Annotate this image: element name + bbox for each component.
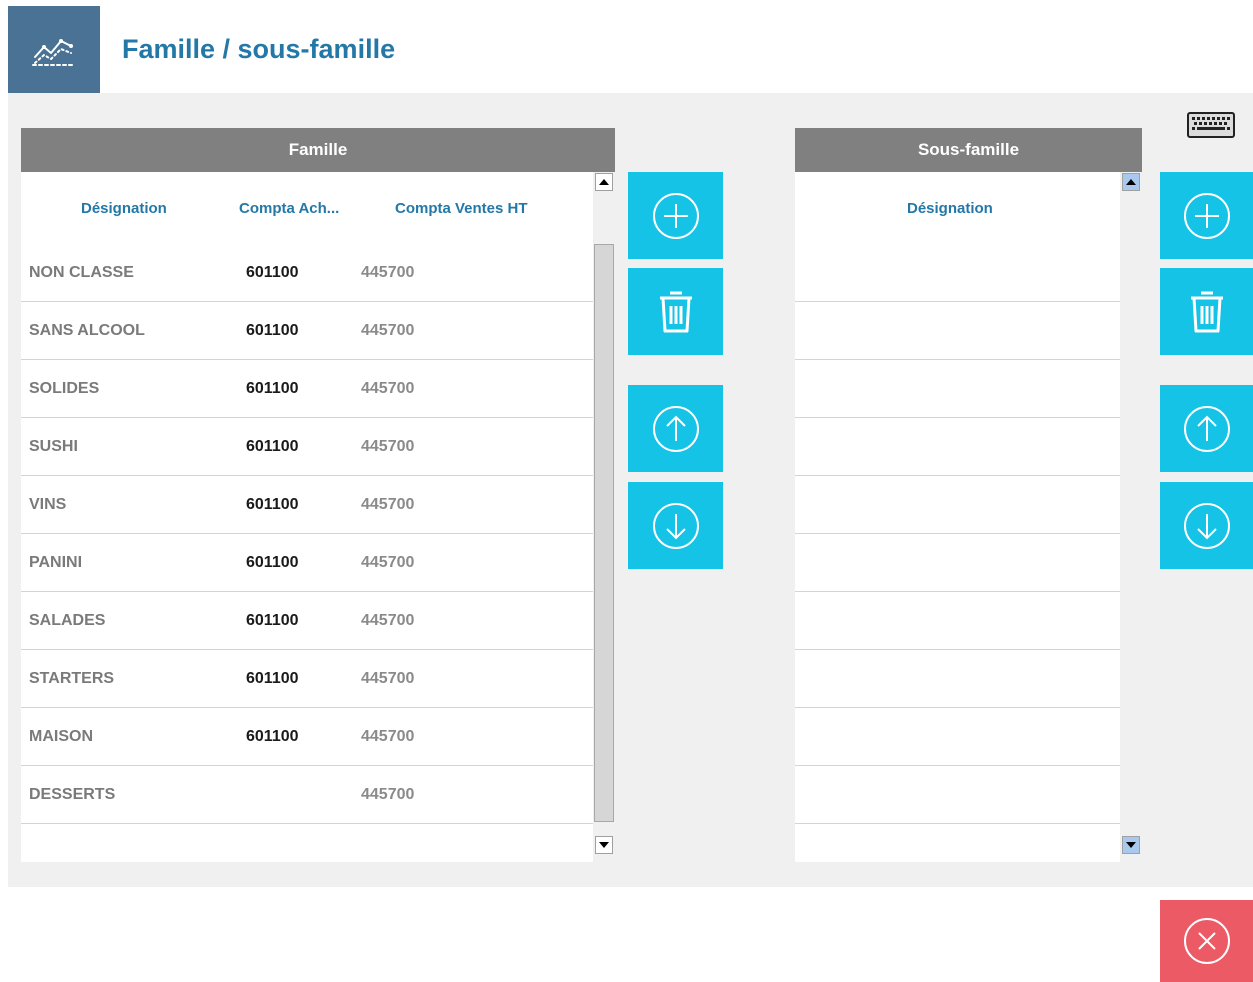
sous-famille-move-up-button[interactable] (1160, 385, 1253, 472)
cell-designation: STARTERS (29, 670, 115, 687)
scroll-up-button[interactable] (1122, 173, 1140, 191)
plus-circle-icon (652, 192, 699, 239)
column-header-compta-achats[interactable]: Compta Ach... (239, 200, 339, 217)
famille-delete-button[interactable] (628, 268, 723, 355)
cell-compta-achats: 601100 (246, 496, 299, 513)
cell-compta-ventes: 445700 (361, 728, 415, 745)
table-row[interactable]: PANINI 601100 445700 (21, 534, 593, 592)
cell-compta-achats: 601100 (246, 612, 299, 629)
scroll-up-button[interactable] (595, 173, 613, 191)
table-row[interactable]: STARTERS 601100 445700 (21, 650, 593, 708)
sous-famille-column-headers: Désignation (795, 172, 1120, 244)
arrow-up-circle-icon (652, 405, 699, 452)
cell-compta-ventes: 445700 (361, 786, 415, 803)
famille-scrollbar[interactable] (593, 172, 615, 862)
cell-compta-achats: 601100 (246, 728, 299, 745)
scroll-down-arrow-icon (599, 842, 609, 848)
table-row[interactable]: VINS 601100 445700 (21, 476, 593, 534)
cell-compta-ventes: 445700 (361, 612, 415, 629)
table-row[interactable] (795, 708, 1120, 766)
table-row[interactable]: DESSERTS 445700 (21, 766, 593, 824)
sous-famille-add-button[interactable] (1160, 172, 1253, 259)
famille-panel: Famille Désignation Compta Ach... Compta… (21, 128, 615, 862)
table-row[interactable] (795, 360, 1120, 418)
sous-famille-panel: Sous-famille Désignation (795, 128, 1142, 862)
cell-designation: SANS ALCOOL (29, 322, 145, 339)
scroll-down-arrow-icon (1126, 842, 1136, 848)
table-row[interactable] (795, 418, 1120, 476)
logo (8, 6, 100, 94)
sous-famille-scrollbar[interactable] (1120, 172, 1142, 862)
sous-famille-rows (795, 244, 1120, 824)
cell-designation: SOLIDES (29, 380, 100, 397)
page-title: Famille / sous-famille (122, 34, 396, 64)
famille-column-headers: Désignation Compta Ach... Compta Ventes … (21, 172, 593, 244)
arrow-down-circle-icon (1183, 502, 1230, 549)
table-row[interactable]: SOLIDES 601100 445700 (21, 360, 593, 418)
table-row[interactable] (795, 766, 1120, 824)
famille-panel-header: Famille (21, 128, 615, 172)
cell-compta-ventes: 445700 (361, 670, 415, 687)
trash-icon (1190, 291, 1223, 332)
chart-line-icon (32, 39, 76, 66)
scroll-down-button[interactable] (595, 836, 613, 854)
table-row[interactable] (795, 244, 1120, 302)
table-row[interactable]: SUSHI 601100 445700 (21, 418, 593, 476)
cell-compta-achats: 601100 (246, 380, 299, 397)
table-row[interactable] (795, 476, 1120, 534)
column-header-designation[interactable]: Désignation (907, 200, 993, 217)
scroll-up-arrow-icon (1126, 179, 1136, 185)
cell-compta-ventes: 445700 (361, 438, 415, 455)
column-header-compta-ventes[interactable]: Compta Ventes HT (395, 200, 528, 217)
table-row[interactable] (795, 534, 1120, 592)
sous-famille-delete-button[interactable] (1160, 268, 1253, 355)
scrollbar-thumb[interactable] (594, 244, 614, 822)
scroll-down-button[interactable] (1122, 836, 1140, 854)
cell-designation: NON CLASSE (29, 264, 134, 281)
cell-compta-ventes: 445700 (361, 554, 415, 571)
cell-compta-ventes: 445700 (361, 264, 415, 281)
cell-compta-ventes: 445700 (361, 496, 415, 513)
arrow-up-circle-icon (1183, 405, 1230, 452)
table-row[interactable]: MAISON 601100 445700 (21, 708, 593, 766)
scroll-up-arrow-icon (599, 179, 609, 185)
table-row[interactable] (795, 302, 1120, 360)
cell-designation: MAISON (29, 728, 93, 745)
cell-designation: DESSERTS (29, 786, 116, 803)
trash-icon (659, 291, 692, 332)
close-button[interactable] (1160, 900, 1253, 982)
cell-compta-achats: 601100 (246, 264, 299, 281)
plus-circle-icon (1183, 192, 1230, 239)
cell-compta-achats: 601100 (246, 554, 299, 571)
cell-compta-achats: 601100 (246, 670, 299, 687)
cell-compta-achats: 601100 (246, 438, 299, 455)
keyboard-icon (1187, 112, 1235, 138)
famille-move-up-button[interactable] (628, 385, 723, 472)
famille-move-down-button[interactable] (628, 482, 723, 569)
table-row[interactable]: SALADES 601100 445700 (21, 592, 593, 650)
famille-rows: NON CLASSE 601100 445700 SANS ALCOOL 601100… (21, 244, 593, 824)
table-row[interactable] (795, 650, 1120, 708)
table-row[interactable] (795, 592, 1120, 650)
keyboard-button[interactable] (1185, 110, 1237, 140)
app-window: Famille / sous-famille Famille Désignati… (0, 0, 1253, 982)
cell-compta-ventes: 445700 (361, 322, 415, 339)
close-circle-icon (1183, 918, 1230, 964)
sous-famille-panel-header: Sous-famille (795, 128, 1142, 172)
cell-compta-achats: 601100 (246, 322, 299, 339)
table-row[interactable]: SANS ALCOOL 601100 445700 (21, 302, 593, 360)
arrow-down-circle-icon (652, 502, 699, 549)
sous-famille-move-down-button[interactable] (1160, 482, 1253, 569)
cell-compta-ventes: 445700 (361, 380, 415, 397)
cell-designation: VINS (29, 496, 67, 513)
cell-designation: PANINI (29, 554, 83, 571)
table-row[interactable]: NON CLASSE 601100 445700 (21, 244, 593, 302)
column-header-designation[interactable]: Désignation (81, 200, 167, 217)
cell-designation: SUSHI (29, 438, 78, 455)
famille-add-button[interactable] (628, 172, 723, 259)
cell-designation: SALADES (29, 612, 106, 629)
